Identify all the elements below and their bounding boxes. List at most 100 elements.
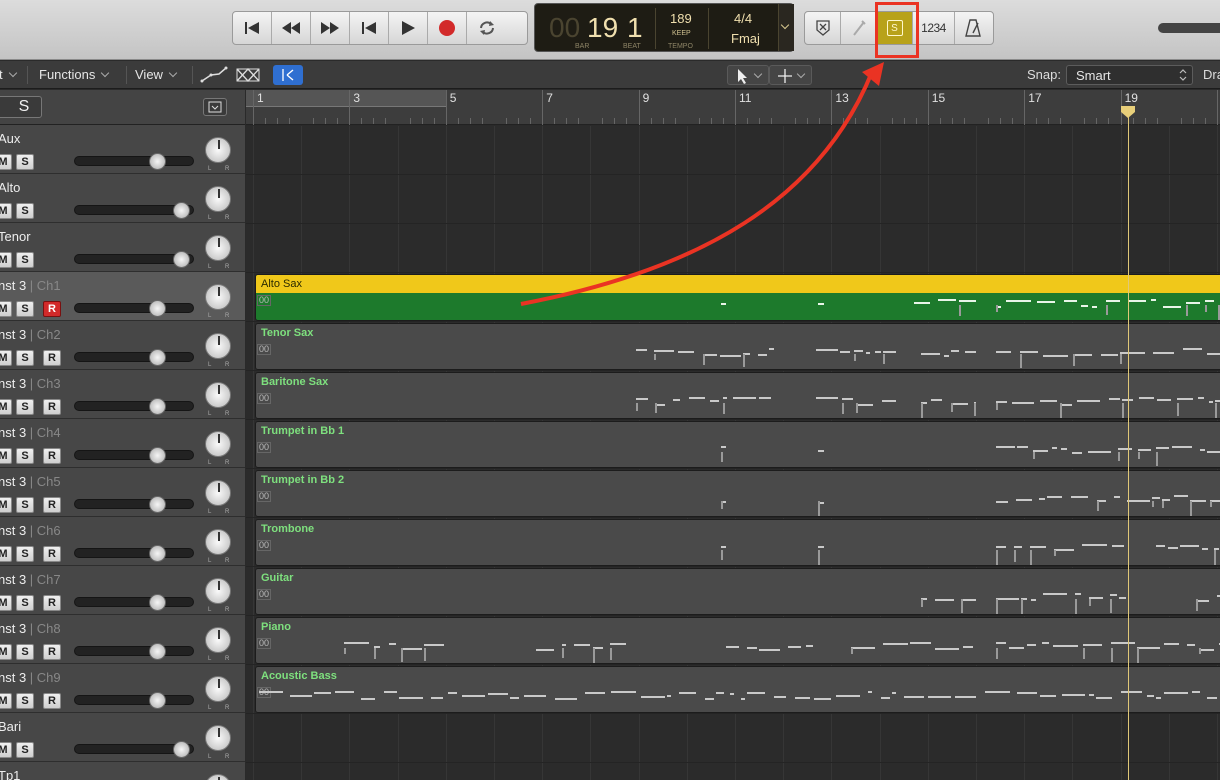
play-button[interactable] (389, 12, 428, 44)
record-button[interactable] (428, 12, 467, 44)
track-lane[interactable] (246, 517, 1220, 518)
view-menu[interactable]: View (135, 67, 178, 82)
mute-button[interactable]: M (0, 154, 12, 170)
pan-knob[interactable] (205, 480, 231, 506)
global-solo-button[interactable]: S (0, 96, 42, 118)
track-header[interactable]: nst 3 | Ch9 M S R L R (0, 664, 245, 713)
record-enable-button[interactable]: R (43, 497, 61, 513)
pan-knob[interactable] (205, 774, 231, 780)
solo-button[interactable]: S (16, 448, 34, 464)
solo-mode-button[interactable]: S (877, 12, 913, 44)
track-lane[interactable] (246, 713, 1220, 714)
volume-fader[interactable] (74, 300, 194, 317)
solo-button[interactable]: S (16, 301, 34, 317)
go-to-previous-button[interactable] (350, 12, 389, 44)
solo-button[interactable]: S (16, 546, 34, 562)
volume-fader[interactable] (74, 349, 194, 366)
record-enable-button[interactable]: R (43, 546, 61, 562)
track-lane[interactable] (246, 321, 1220, 322)
solo-button[interactable]: S (16, 252, 34, 268)
volume-fader-knob[interactable] (149, 643, 166, 660)
solo-button[interactable]: S (16, 595, 34, 611)
track-header[interactable]: Aux M S L R (0, 125, 245, 174)
midi-region[interactable]: Acoustic Bass00 (255, 666, 1220, 713)
lcd-menu-button[interactable] (778, 4, 794, 51)
midi-region[interactable]: Trumpet in Bb 1 00 (255, 421, 1220, 468)
volume-fader-knob[interactable] (173, 202, 190, 219)
volume-fader[interactable] (74, 692, 194, 709)
pan-knob[interactable] (205, 137, 231, 163)
pan-knob[interactable] (205, 578, 231, 604)
track-header[interactable]: nst 3 | Ch3 M S R L R (0, 370, 245, 419)
fast-forward-button[interactable] (311, 12, 350, 44)
track-header[interactable]: Alto M S L R (0, 174, 245, 223)
midi-region[interactable]: Guitar 00 (255, 568, 1220, 615)
left-click-tool-menu[interactable] (727, 65, 769, 85)
record-enable-button[interactable]: R (43, 693, 61, 709)
track-lane[interactable] (246, 615, 1220, 616)
track-header[interactable]: nst 3 | Ch7 M S R L R (0, 566, 245, 615)
mute-button[interactable]: M (0, 742, 12, 758)
solo-button[interactable]: S (16, 644, 34, 660)
solo-button[interactable]: S (16, 203, 34, 219)
mute-button[interactable]: M (0, 497, 12, 513)
volume-fader[interactable] (74, 594, 194, 611)
snap-select[interactable]: Smart (1066, 65, 1193, 85)
pan-knob[interactable] (205, 186, 231, 212)
solo-button[interactable]: S (16, 742, 34, 758)
mute-button[interactable]: M (0, 546, 12, 562)
volume-fader-knob[interactable] (149, 349, 166, 366)
tuner-button[interactable] (841, 12, 877, 44)
functions-menu[interactable]: Functions (39, 67, 110, 82)
mute-button[interactable]: M (0, 448, 12, 464)
record-enable-button[interactable]: R (43, 301, 61, 317)
right-click-tool-menu[interactable] (769, 65, 812, 85)
volume-fader[interactable] (74, 643, 194, 660)
rewind-button[interactable] (272, 12, 311, 44)
track-lane[interactable] (246, 174, 1220, 175)
playhead[interactable] (1128, 106, 1129, 780)
midi-region[interactable]: Trombone 00 (255, 519, 1220, 566)
volume-fader-knob[interactable] (149, 496, 166, 513)
track-header[interactable]: nst 3 | Ch5 M S R L R (0, 468, 245, 517)
mute-button[interactable]: M (0, 301, 12, 317)
volume-fader[interactable] (74, 398, 194, 415)
bar-ruler[interactable]: 1357911131517192 (246, 90, 1220, 125)
mute-button[interactable]: M (0, 399, 12, 415)
track-header[interactable]: Tp1MSLR (0, 762, 245, 780)
solo-button[interactable]: S (16, 154, 34, 170)
catch-playhead-button[interactable] (273, 65, 303, 85)
lcd-display[interactable]: 00 19 1 BAR BEAT 189 KEEP TEMPO 4/4 Fmaj (534, 3, 794, 52)
volume-fader[interactable] (74, 447, 194, 464)
mute-button[interactable]: M (0, 350, 12, 366)
pan-knob[interactable] (205, 431, 231, 457)
go-to-beginning-button[interactable] (233, 12, 272, 44)
record-enable-button[interactable]: R (43, 448, 61, 464)
track-lane[interactable] (246, 762, 1220, 763)
record-enable-button[interactable]: R (43, 595, 61, 611)
volume-fader[interactable] (74, 741, 194, 758)
track-header[interactable]: Tenor M S L R (0, 223, 245, 272)
volume-fader[interactable] (74, 545, 194, 562)
midi-region[interactable]: Baritone Sax 00 (255, 372, 1220, 419)
track-header[interactable]: nst 3 | Ch6 M S R L R (0, 517, 245, 566)
volume-fader-knob[interactable] (149, 594, 166, 611)
track-lane[interactable] (246, 223, 1220, 224)
volume-fader-knob[interactable] (173, 251, 190, 268)
solo-button[interactable]: S (16, 350, 34, 366)
midi-region[interactable]: Piano 00 (255, 617, 1220, 664)
volume-fader[interactable] (74, 202, 194, 219)
edit-menu[interactable]: t (0, 67, 17, 82)
mute-button[interactable]: M (0, 252, 12, 268)
pan-knob[interactable] (205, 676, 231, 702)
record-enable-button[interactable]: R (43, 644, 61, 660)
pan-knob[interactable] (205, 235, 231, 261)
tracks-area[interactable]: Alto Sax 00 Tenor Sax 00 Baritone Sax 00 Trump… (246, 126, 1220, 780)
pan-knob[interactable] (205, 529, 231, 555)
volume-fader[interactable] (74, 496, 194, 513)
cycle-button[interactable] (467, 12, 506, 44)
volume-fader[interactable] (74, 153, 194, 170)
solo-button[interactable]: S (16, 497, 34, 513)
volume-fader-knob[interactable] (173, 741, 190, 758)
mute-button[interactable]: M (0, 644, 12, 660)
